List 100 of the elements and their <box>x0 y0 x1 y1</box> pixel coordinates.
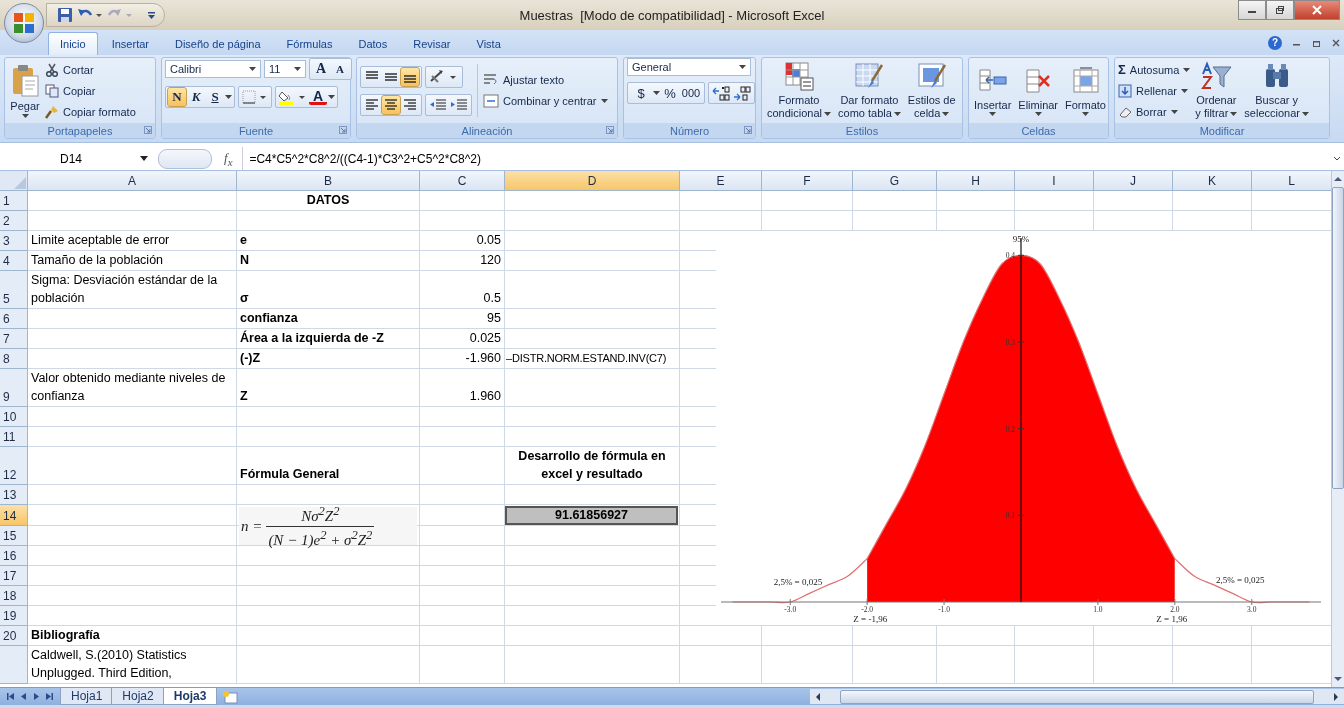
column-header[interactable]: G <box>853 171 937 191</box>
table-cell[interactable] <box>28 526 237 546</box>
close-icon[interactable] <box>1332 37 1340 48</box>
table-cell[interactable] <box>237 427 420 447</box>
row-header[interactable]: 7 <box>0 329 28 349</box>
insert-sheet-icon[interactable] <box>221 689 240 704</box>
sheet-tab[interactable]: Hoja3 <box>162 688 218 705</box>
table-cell[interactable]: –DISTR.NORM.ESTAND.INV(C7) <box>505 349 680 369</box>
table-cell[interactable] <box>28 505 237 526</box>
table-cell[interactable] <box>28 191 237 211</box>
vertical-align-button[interactable] <box>401 67 419 86</box>
table-cell[interactable] <box>420 646 505 684</box>
table-cell[interactable] <box>937 646 1015 684</box>
table-cell[interactable]: DATOS <box>237 191 420 211</box>
column-header[interactable]: C <box>420 171 505 191</box>
find-select-button[interactable]: Buscar y seleccionar <box>1242 60 1311 121</box>
close-button[interactable] <box>1294 0 1340 20</box>
paste-button[interactable]: Pegar <box>8 61 42 120</box>
column-header[interactable]: J <box>1094 171 1173 191</box>
table-cell[interactable] <box>28 349 237 369</box>
table-cell[interactable] <box>505 309 680 329</box>
table-cell[interactable] <box>762 191 853 211</box>
table-cell[interactable] <box>680 646 762 684</box>
table-cell[interactable] <box>237 606 420 626</box>
table-cell[interactable] <box>505 407 680 427</box>
decrease-decimal-icon[interactable] <box>732 85 752 101</box>
table-cell[interactable]: σ <box>237 271 420 309</box>
result-cell[interactable]: 91.61856927 <box>505 506 678 525</box>
table-cell[interactable] <box>1015 191 1094 211</box>
table-cell[interactable]: Limite aceptable de error <box>28 231 237 251</box>
row-header[interactable]: 3 <box>0 231 28 251</box>
ribbon-tab[interactable]: Insertar <box>99 32 161 55</box>
table-cell[interactable] <box>505 427 680 447</box>
decrease-indent-icon[interactable] <box>428 96 448 113</box>
launcher-icon[interactable] <box>144 126 152 134</box>
row-header[interactable]: 16 <box>0 546 28 566</box>
row-header[interactable]: 1 <box>0 191 28 211</box>
table-cell[interactable] <box>237 586 420 606</box>
table-cell[interactable] <box>28 485 237 505</box>
help-button[interactable]: ? <box>1268 35 1282 50</box>
table-cell[interactable]: 0.05 <box>420 231 505 251</box>
table-cell[interactable] <box>505 485 680 505</box>
ribbon-tab[interactable]: Inicio <box>48 32 98 55</box>
table-cell[interactable] <box>937 191 1015 211</box>
ribbon-tab[interactable]: Datos <box>346 32 400 55</box>
column-header[interactable]: H <box>937 171 1015 191</box>
column-header[interactable]: K <box>1173 171 1252 191</box>
table-cell[interactable] <box>28 309 237 329</box>
merge-center-button[interactable]: Combinar y centrar <box>483 92 608 110</box>
table-cell[interactable] <box>420 211 505 231</box>
row-header[interactable]: 9 <box>0 369 28 407</box>
table-cell[interactable] <box>1094 626 1173 646</box>
table-cell[interactable]: Bibliografía <box>28 626 237 646</box>
row-header[interactable]: 12 <box>0 447 28 485</box>
row-header[interactable]: 10 <box>0 407 28 427</box>
table-cell[interactable] <box>420 606 505 626</box>
horizontal-align-button[interactable] <box>382 95 400 114</box>
column-header[interactable]: I <box>1015 171 1094 191</box>
table-cell[interactable] <box>505 369 680 407</box>
table-cell[interactable] <box>505 646 680 684</box>
table-cell[interactable] <box>505 231 680 251</box>
last-sheet-icon[interactable] <box>45 692 54 701</box>
table-cell[interactable]: Valor obtenido mediante niveles de confianza <box>28 369 237 407</box>
borders-icon[interactable] <box>241 89 269 105</box>
table-cell[interactable] <box>680 626 762 646</box>
horizontal-scrollbar[interactable] <box>810 689 1344 704</box>
first-sheet-icon[interactable] <box>6 692 15 701</box>
table-cell[interactable]: Caldwell, S.(2010) Statistics Unplugged. Third Edition, <box>28 646 237 684</box>
row-header[interactable]: 2 <box>0 211 28 231</box>
column-header[interactable]: A <box>28 171 237 191</box>
table-cell[interactable] <box>505 271 680 309</box>
table-cell[interactable]: Sigma: Desviación estándar de la población <box>28 271 237 309</box>
caret-icon[interactable] <box>653 91 660 95</box>
table-cell[interactable]: Área a la izquierda de -Z <box>237 329 420 349</box>
row-header[interactable]: 8 <box>0 349 28 369</box>
table-cell[interactable] <box>237 407 420 427</box>
wrap-text-button[interactable]: Ajustar texto <box>483 71 608 89</box>
table-cell[interactable] <box>680 191 762 211</box>
minimize-button[interactable] <box>1238 0 1266 20</box>
select-all-corner[interactable] <box>0 171 28 191</box>
formula-bar-grip[interactable] <box>158 148 212 169</box>
table-cell[interactable] <box>1094 646 1173 684</box>
office-button[interactable] <box>4 3 44 43</box>
table-cell[interactable] <box>28 586 237 606</box>
number-format-field[interactable]: General <box>627 58 751 76</box>
table-cell[interactable]: confianza <box>237 309 420 329</box>
launcher-icon[interactable] <box>339 126 347 134</box>
font-style-button[interactable]: S <box>206 88 224 106</box>
row-header[interactable]: 6 <box>0 309 28 329</box>
table-cell[interactable] <box>1173 646 1252 684</box>
table-cell[interactable] <box>762 626 853 646</box>
table-cell[interactable] <box>237 626 420 646</box>
table-cell[interactable] <box>505 526 680 546</box>
column-header[interactable]: D <box>505 171 680 191</box>
table-cell[interactable]: 95 <box>420 309 505 329</box>
table-cell[interactable]: 0.5 <box>420 271 505 309</box>
sheet-tab[interactable]: Hoja2 <box>111 688 165 705</box>
table-cell[interactable] <box>28 329 237 349</box>
column-header[interactable]: B <box>237 171 420 191</box>
fill-color-icon[interactable] <box>278 89 308 105</box>
